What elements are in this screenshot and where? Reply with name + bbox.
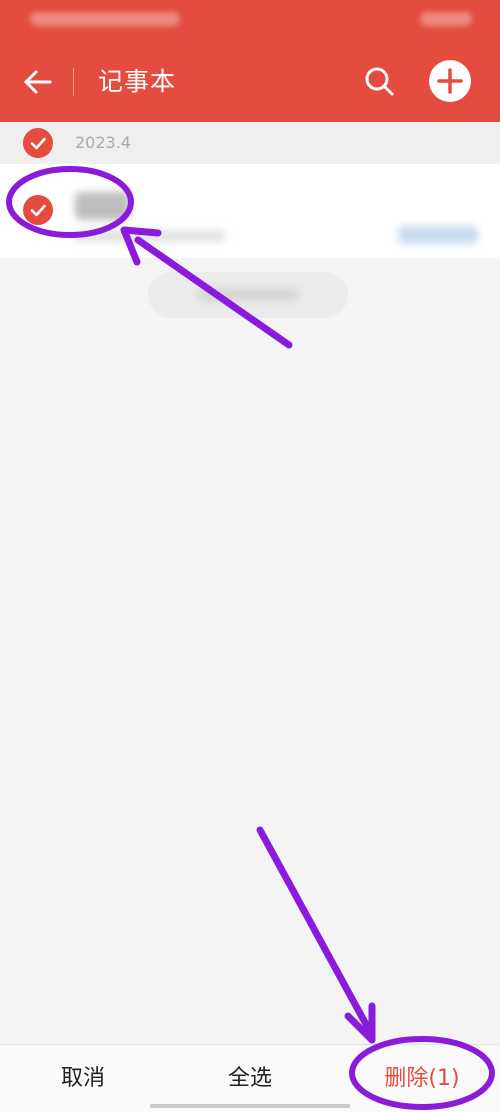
title-divider <box>73 68 74 96</box>
note-meta-blurred <box>75 230 225 242</box>
note-item[interactable] <box>0 164 500 258</box>
note-checkbox[interactable] <box>23 195 53 225</box>
app-header: 记事本 <box>0 0 500 122</box>
date-group-row[interactable]: 2023.4 <box>0 122 500 164</box>
annotation-arrowhead-down <box>344 1002 376 1044</box>
back-button[interactable] <box>18 62 58 102</box>
hint-bubble-blurred <box>148 272 348 318</box>
search-icon <box>365 67 394 96</box>
check-icon <box>30 204 46 217</box>
arrow-left-icon <box>24 70 52 94</box>
cancel-button[interactable]: 取消 <box>13 1045 153 1112</box>
delete-button[interactable]: 删除(1) <box>352 1045 492 1112</box>
annotation-arrow-down <box>256 826 372 1032</box>
status-bar <box>0 0 500 40</box>
status-info-blurred <box>30 12 180 26</box>
group-checkbox[interactable] <box>23 128 53 158</box>
plus-icon <box>437 68 463 94</box>
note-tag-blurred <box>398 226 478 244</box>
hint-text-blurred <box>198 288 298 302</box>
group-date: 2023.4 <box>75 133 131 152</box>
search-button[interactable] <box>360 62 400 102</box>
note-title-blurred <box>75 192 130 220</box>
select-all-button[interactable]: 全选 <box>180 1045 320 1112</box>
bottom-action-bar: 取消 全选 删除(1) <box>0 1044 500 1112</box>
home-indicator <box>150 1104 350 1108</box>
status-icons-blurred <box>420 12 472 26</box>
check-icon <box>30 137 46 150</box>
page-title: 记事本 <box>98 67 177 96</box>
add-note-button[interactable] <box>429 60 471 102</box>
